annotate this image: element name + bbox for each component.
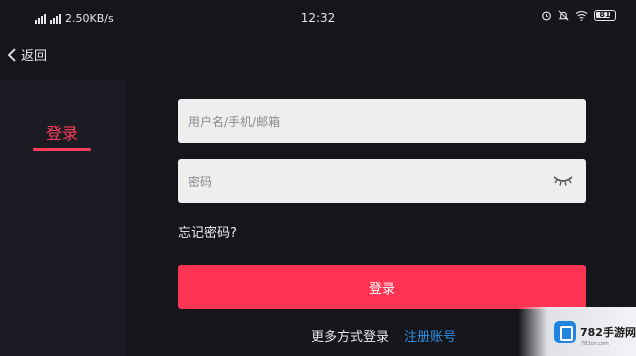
battery-level: 81 (599, 10, 611, 19)
username-input[interactable]: 用户名/手机/邮箱 (178, 99, 586, 143)
forgot-password-link[interactable]: 忘记密码? (178, 222, 237, 241)
top-bar: 返回 (0, 40, 636, 68)
status-bar: 2.50KB/s 12:32 81 (0, 0, 636, 36)
chevron-left-icon (7, 47, 16, 62)
battery-icon: 81 (594, 10, 616, 21)
tab-login[interactable]: 登录 (32, 120, 92, 144)
register-link[interactable]: 注册账号 (404, 326, 456, 345)
more-login-methods-link[interactable]: 更多方式登录 (311, 326, 389, 345)
login-button[interactable]: 登录 (178, 265, 586, 309)
back-label: 返回 (21, 49, 48, 64)
mute-icon (558, 10, 569, 21)
watermark-url: 782cn.com (581, 341, 609, 347)
watermark: 782手游网 782cn.com (518, 307, 636, 356)
tab-login-indicator (33, 148, 91, 151)
status-right: 81 (541, 10, 616, 21)
back-button[interactable]: 返回 (7, 45, 47, 64)
wifi-icon (575, 10, 588, 21)
alarm-icon (542, 11, 551, 21)
password-input[interactable]: 密码 (178, 159, 586, 203)
side-panel: 登录 (0, 80, 125, 356)
username-placeholder: 用户名/手机/邮箱 (188, 114, 281, 129)
watermark-brand: 782手游网 (580, 326, 636, 339)
watermark-logo-icon (554, 321, 576, 343)
eye-closed-icon[interactable] (552, 173, 574, 189)
password-placeholder: 密码 (188, 174, 213, 189)
